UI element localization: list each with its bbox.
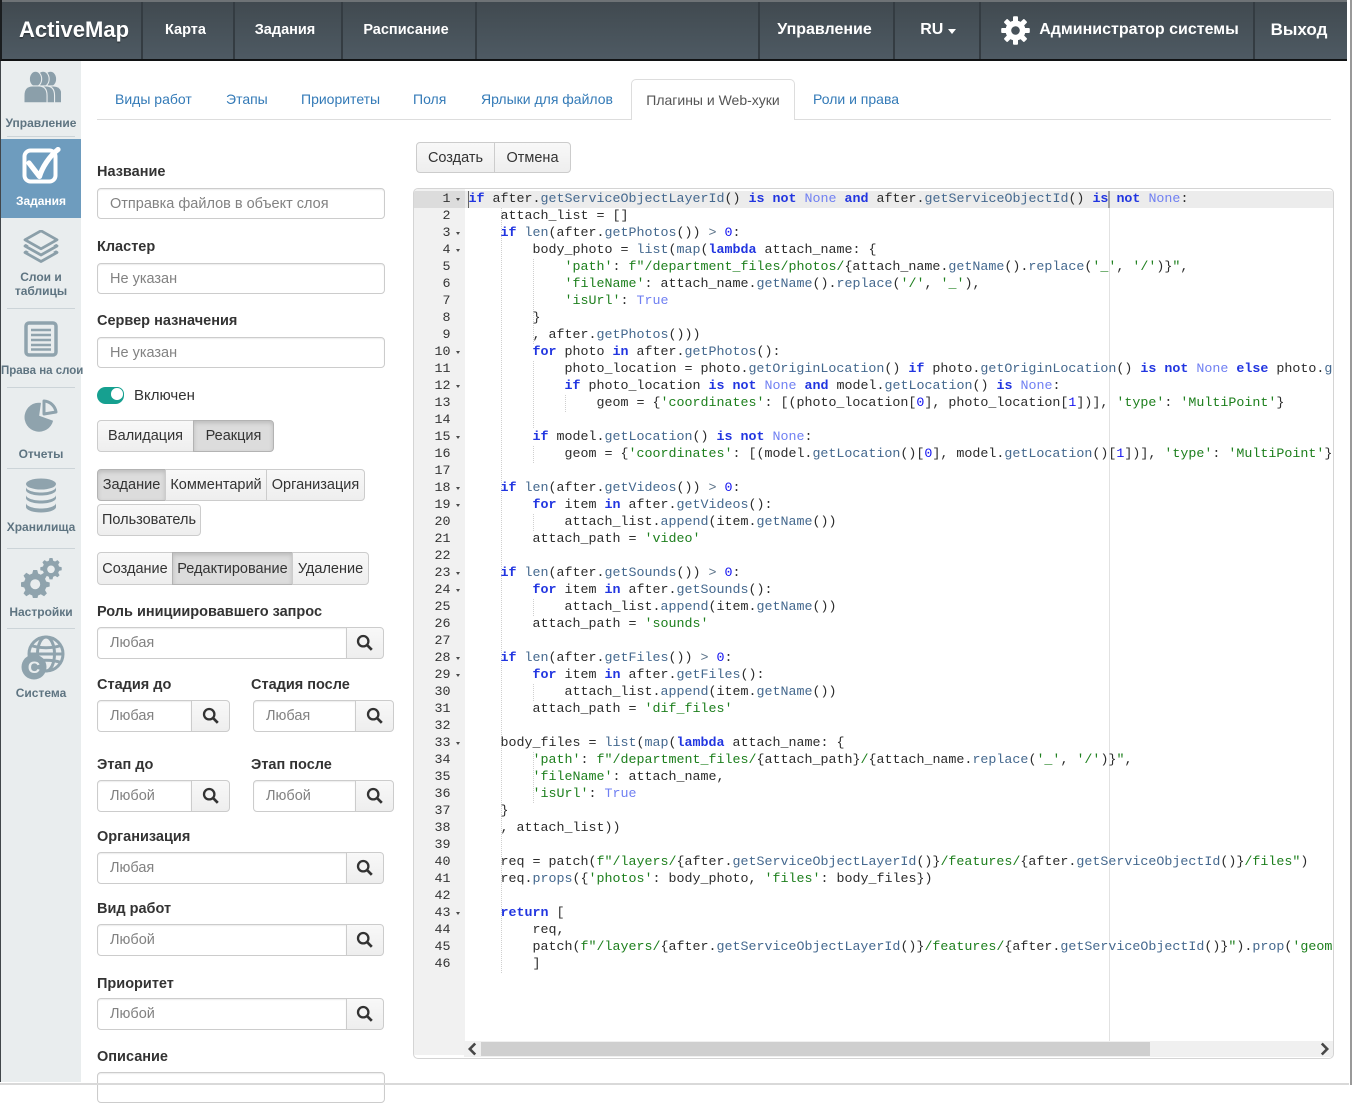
svg-text:C: C [28, 658, 40, 677]
